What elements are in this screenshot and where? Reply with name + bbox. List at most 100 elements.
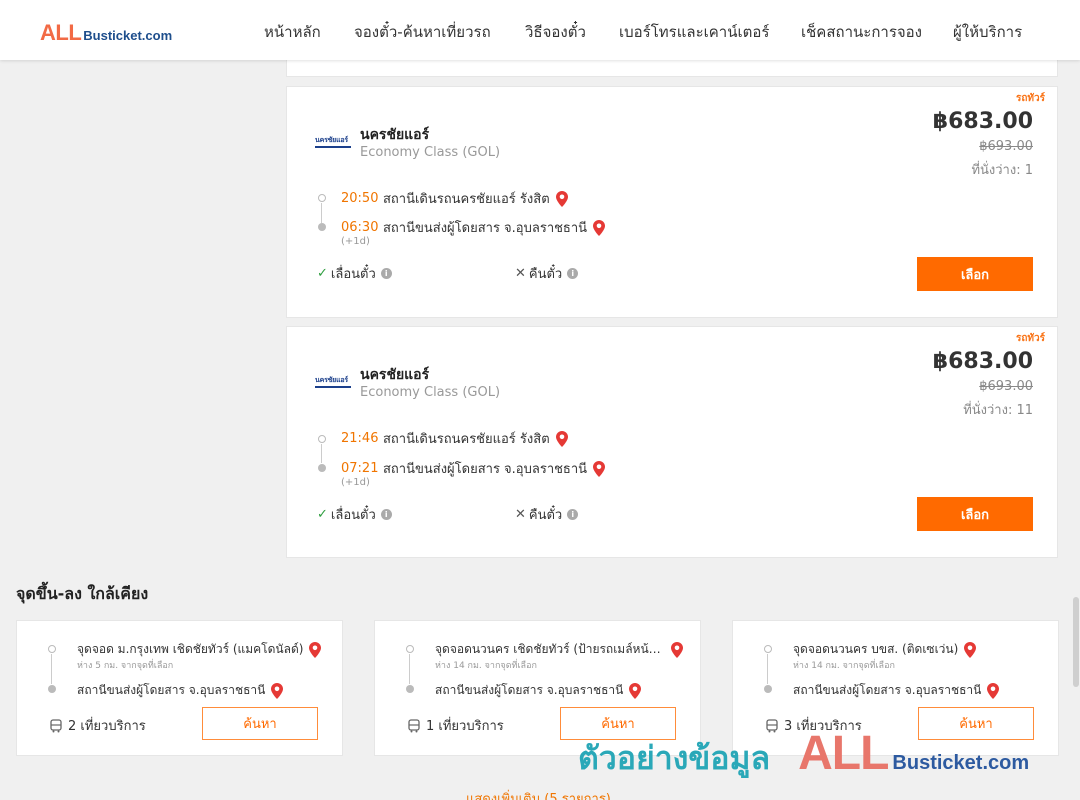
to-dot	[48, 685, 56, 693]
nav-contacts[interactable]: เบอร์โทรและเคาน์เตอร์	[619, 20, 769, 44]
info-icon[interactable]: i	[380, 268, 392, 279]
to-dot	[406, 685, 414, 693]
arrival-station: สถานีขนส่งผู้โดยสาร จ.อุบลราชธานี	[383, 221, 588, 236]
seats-available: ที่นั่งว่าง: 11	[963, 403, 1033, 418]
watermark-text: ตัวอย่างข้อมูล	[578, 739, 771, 777]
trip-price: ฿683.00	[932, 109, 1033, 134]
bus-type-tag: รถทัวร์	[1015, 333, 1045, 344]
show-more-link[interactable]: แสดงเพิ่มเติม (5 รายการ)	[466, 788, 611, 800]
nearby-to: สถานีขนส่งผู้โดยสาร จ.อุบลราชธานี	[435, 681, 642, 700]
to-dot	[764, 685, 772, 693]
route-line	[767, 654, 768, 684]
nav-booking-status[interactable]: เช็คสถานะการจอง	[801, 20, 922, 44]
next-day-indicator: (+1d)	[341, 236, 370, 247]
nav-home[interactable]: หน้าหลัก	[264, 20, 321, 44]
map-pin-icon[interactable]	[555, 430, 568, 447]
departure-station: สถานีเดินรถนครชัยแอร์ รังสิต	[383, 192, 550, 207]
map-pin-icon[interactable]	[671, 641, 683, 658]
map-pin-icon[interactable]	[309, 641, 322, 658]
nav-how-to-book[interactable]: วิธีจองตั๋ว	[525, 20, 586, 44]
arrival-dot	[318, 223, 326, 231]
seats-available: ที่นั่งว่าง: 1	[971, 163, 1033, 178]
nearby-card: จุดจอด ม.กรุงเทพ เชิดชัยทัวร์ (แมคโดนัลด…	[16, 620, 343, 756]
map-pin-icon[interactable]	[593, 460, 606, 477]
original-price: ฿693.00	[979, 139, 1033, 154]
nearby-from-station: จุดจอดนวนคร เชิดชัยทัวร์ (ป้ายรถเมล์หน้า…	[435, 642, 665, 656]
refund-label: คืนตั๋ว	[528, 267, 563, 282]
nearby-distance: ห่าง 14 กม. จากจุดที่เลือก	[793, 661, 895, 671]
nearby-to-station: สถานีขนส่งผู้โดยสาร จ.อุบลราชธานี	[793, 683, 982, 697]
map-pin-icon[interactable]	[629, 682, 642, 699]
departure-station: สถานีเดินรถนครชัยแอร์ รังสิต	[383, 432, 550, 447]
map-pin-icon[interactable]	[964, 641, 977, 658]
departure-time: 21:46	[341, 431, 379, 446]
select-trip-button[interactable]: เลือก	[917, 497, 1033, 531]
operator-name: นครชัยแอร์	[360, 127, 430, 143]
nearby-trip-count: 1 เที่ยวบริการ	[407, 715, 504, 736]
from-dot	[764, 645, 772, 653]
nearby-from: จุดจอดนวนคร บขส. (ติดเซเว่น)	[793, 640, 977, 659]
cross-icon: ✕	[515, 507, 526, 522]
trip-price: ฿683.00	[932, 349, 1033, 374]
operator-logo-line	[315, 386, 351, 388]
nearby-section-title: จุดขึ้น-ลง ใกล้เคียง	[16, 584, 149, 603]
map-pin-icon[interactable]	[593, 219, 606, 236]
nearby-trip-count: 2 เที่ยวบริการ	[49, 715, 146, 736]
reschedule-label: เลื่อนตั๋ว	[330, 508, 376, 523]
refund-policy: ✕ คืนตั๋ว i	[515, 504, 579, 525]
route-line	[321, 203, 322, 223]
operator-name: นครชัยแอร์	[360, 367, 430, 383]
reschedule-policy: ✓ เลื่อนตั๋ว i	[317, 504, 392, 525]
departure-stop: 21:46 สถานีเดินรถนครชัยแอร์ รังสิต	[341, 428, 568, 449]
check-icon: ✓	[317, 266, 328, 281]
select-trip-button[interactable]: เลือก	[917, 257, 1033, 291]
nearby-distance: ห่าง 5 กม. จากจุดที่เลือก	[77, 661, 174, 671]
map-pin-icon[interactable]	[555, 190, 568, 207]
nearby-from: จุดจอด ม.กรุงเทพ เชิดชัยทัวร์ (แมคโดนัลด…	[77, 640, 322, 659]
route-line	[409, 654, 410, 684]
watermark-all: ALL	[798, 727, 889, 780]
nearby-to: สถานีขนส่งผู้โดยสาร จ.อุบลราชธานี	[77, 681, 284, 700]
reschedule-label: เลื่อนตั๋ว	[330, 267, 376, 282]
nearby-search-button[interactable]: ค้นหา	[202, 707, 318, 740]
map-pin-icon[interactable]	[271, 682, 284, 699]
site-header: ALL Busticket.com หน้าหลัก จองตั๋ว-ค้นหา…	[0, 0, 1080, 60]
site-logo[interactable]: ALL Busticket.com	[40, 20, 173, 45]
nav-operators[interactable]: ผู้ให้บริการ	[953, 20, 1022, 44]
nearby-from: จุดจอดนวนคร เชิดชัยทัวร์ (ป้ายรถเมล์หน้า…	[435, 640, 683, 659]
bus-type-tag: รถทัวร์	[1015, 93, 1045, 104]
check-icon: ✓	[317, 507, 328, 522]
nav-book-search[interactable]: จองตั๋ว-ค้นหาเที่ยวรถ	[354, 20, 491, 44]
nearby-trips-label: 1 เที่ยวบริการ	[426, 719, 504, 734]
route-line	[321, 444, 322, 463]
from-dot	[48, 645, 56, 653]
info-icon[interactable]: i	[567, 509, 579, 520]
nearby-to-station: สถานีขนส่งผู้โดยสาร จ.อุบลราชธานี	[77, 683, 266, 697]
departure-stop: 20:50 สถานีเดินรถนครชัยแอร์ รังสิต	[341, 188, 568, 209]
arrival-dot	[318, 464, 326, 472]
from-dot	[406, 645, 414, 653]
watermark-site: Busticket.com	[892, 752, 1030, 774]
logo-site-text: Busticket.com	[83, 28, 173, 43]
nearby-from-station: จุดจอดนวนคร บขส. (ติดเซเว่น)	[793, 642, 959, 656]
route-line	[51, 654, 52, 684]
scrollbar-thumb[interactable]	[1073, 597, 1079, 687]
info-icon[interactable]: i	[567, 268, 579, 279]
operator-logo: นครชัยแอร์	[315, 377, 351, 389]
arrival-station: สถานีขนส่งผู้โดยสาร จ.อุบลราชธานี	[383, 462, 588, 477]
map-pin-icon[interactable]	[987, 682, 1000, 699]
page-scrollbar[interactable]	[1072, 60, 1080, 800]
nearby-trips-label: 2 เที่ยวบริการ	[68, 719, 146, 734]
previous-trip-card	[286, 60, 1058, 77]
bus-icon	[50, 718, 62, 732]
original-price: ฿693.00	[979, 379, 1033, 394]
next-day-indicator: (+1d)	[341, 477, 370, 488]
operator-logo-line	[315, 146, 351, 148]
arrival-stop: 06:30 สถานีขนส่งผู้โดยสาร จ.อุบลราชธานี	[341, 217, 606, 238]
arrival-time: 07:21	[341, 461, 379, 476]
trip-card: รถทัวร์ นครชัยแอร์ นครชัยแอร์ Economy Cl…	[286, 86, 1058, 318]
reschedule-policy: ✓ เลื่อนตั๋ว i	[317, 263, 392, 284]
info-icon[interactable]: i	[380, 509, 392, 520]
operator-logo-text: นครชัยแอร์	[315, 377, 348, 384]
departure-dot	[318, 435, 326, 443]
